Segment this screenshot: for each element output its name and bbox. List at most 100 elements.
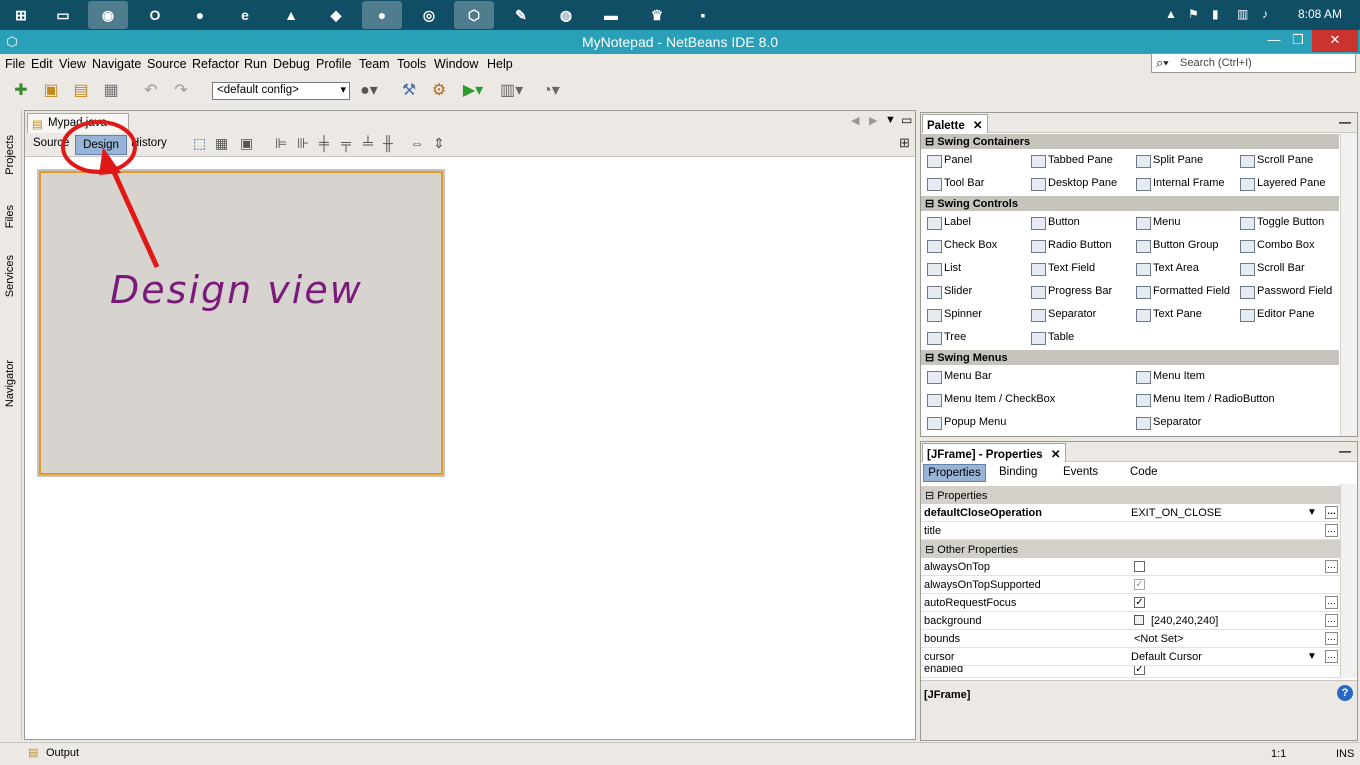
palette-item-panel[interactable]: Panel bbox=[925, 154, 972, 168]
battery-icon[interactable]: ▮ bbox=[1212, 7, 1219, 21]
help-icon[interactable]: ? bbox=[1337, 685, 1353, 701]
property-row[interactable]: autoRequestFocus ✓ … bbox=[921, 594, 1340, 612]
palette-item-list[interactable]: List bbox=[925, 262, 961, 276]
menu-edit[interactable]: Edit bbox=[31, 57, 53, 71]
menu-refactor[interactable]: Refactor bbox=[192, 57, 239, 71]
ellipsis-button[interactable]: … bbox=[1325, 524, 1338, 537]
property-row[interactable]: alwaysOnTop … bbox=[921, 558, 1340, 576]
property-row[interactable]: background [240,240,240] … bbox=[921, 612, 1340, 630]
property-value[interactable]: [240,240,240] bbox=[1151, 615, 1218, 627]
palette-item-button-group[interactable]: Button Group bbox=[1134, 239, 1218, 253]
palette-item-password-field[interactable]: Password Field bbox=[1238, 285, 1332, 299]
minimize-button[interactable]: — bbox=[1262, 30, 1286, 52]
palette-item-internal-frame[interactable]: Internal Frame bbox=[1134, 177, 1225, 191]
open-project-icon[interactable]: ▤ bbox=[70, 80, 92, 102]
network-icon[interactable]: ▥ bbox=[1237, 7, 1248, 21]
menu-navigate[interactable]: Navigate bbox=[92, 57, 141, 71]
property-checkbox[interactable]: ✓ bbox=[1134, 666, 1145, 675]
clock[interactable]: 8:08 AM bbox=[1298, 7, 1342, 21]
save-all-icon[interactable]: ▦ bbox=[100, 80, 122, 102]
palette-item-editor-pane[interactable]: Editor Pane bbox=[1238, 308, 1314, 322]
palette-item-combo-box[interactable]: Combo Box bbox=[1238, 239, 1314, 253]
projects-tab[interactable]: Projects bbox=[4, 135, 16, 175]
palette-item-tree[interactable]: Tree bbox=[925, 331, 966, 345]
palette-item-split-pane[interactable]: Split Pane bbox=[1134, 154, 1203, 168]
props-tab-binding[interactable]: Binding bbox=[999, 466, 1037, 478]
ellipsis-button[interactable]: … bbox=[1325, 506, 1338, 519]
section-other-properties[interactable]: ⊟ Other Properties bbox=[921, 540, 1340, 558]
palette-item-tool-bar[interactable]: Tool Bar bbox=[925, 177, 984, 191]
config-dropdown[interactable]: <default config> bbox=[212, 82, 350, 100]
new-project-icon[interactable]: ▣ bbox=[40, 80, 62, 102]
menu-window[interactable]: Window bbox=[434, 57, 478, 71]
new-file-icon[interactable]: ✚ bbox=[10, 80, 32, 102]
palette-item-scroll-pane[interactable]: Scroll Pane bbox=[1238, 154, 1313, 168]
palette-item-menu-item-radiobutton[interactable]: Menu Item / RadioButton bbox=[1134, 393, 1275, 407]
app-icon-4[interactable]: ▬ bbox=[598, 3, 624, 27]
close-properties-icon[interactable]: ✕ bbox=[1051, 449, 1061, 461]
palette-item-label[interactable]: Label bbox=[925, 216, 971, 230]
property-row[interactable]: bounds <Not Set> … bbox=[921, 630, 1340, 648]
file-explorer-icon[interactable]: ▭ bbox=[50, 3, 76, 27]
palette-item-popup-menu[interactable]: Popup Menu bbox=[925, 416, 1006, 430]
palette-item-menu[interactable]: Menu bbox=[1134, 216, 1181, 230]
ellipsis-button[interactable]: … bbox=[1325, 614, 1338, 627]
menu-profile[interactable]: Profile bbox=[316, 57, 351, 71]
palette-item-menu-item[interactable]: Menu Item bbox=[1134, 370, 1205, 384]
property-row[interactable]: defaultCloseOperation EXIT_ON_CLOSE ▼ … bbox=[921, 504, 1340, 522]
properties-scrollbar[interactable] bbox=[1340, 484, 1357, 678]
palette-scrollbar[interactable] bbox=[1340, 133, 1357, 436]
palette-item-text-field[interactable]: Text Field bbox=[1029, 262, 1095, 276]
minimize-properties-icon[interactable]: — bbox=[1339, 444, 1351, 458]
app-icon-3[interactable]: ◍ bbox=[553, 3, 579, 27]
notepad-icon[interactable]: ✎ bbox=[508, 3, 534, 27]
menu-help[interactable]: Help bbox=[487, 57, 513, 71]
palette-item-text-pane[interactable]: Text Pane bbox=[1134, 308, 1202, 322]
maximize-button[interactable]: ❐ bbox=[1286, 30, 1310, 52]
palette-item-layered-pane[interactable]: Layered Pane bbox=[1238, 177, 1326, 191]
clean-build-icon[interactable]: ⚙ bbox=[428, 80, 450, 102]
app-icon[interactable]: ● bbox=[362, 1, 402, 29]
palette-item-formatted-field[interactable]: Formatted Field bbox=[1134, 285, 1230, 299]
services-tab[interactable]: Services bbox=[4, 255, 16, 297]
palette-item-scroll-bar[interactable]: Scroll Bar bbox=[1238, 262, 1305, 276]
property-row[interactable]: cursor Default Cursor ▼ … bbox=[921, 648, 1340, 666]
category-swing-menus[interactable]: ⊟ Swing Menus bbox=[921, 350, 1339, 365]
property-row[interactable]: title … bbox=[921, 522, 1340, 540]
menu-team[interactable]: Team bbox=[359, 57, 390, 71]
app-icon-5[interactable]: ♛ bbox=[644, 3, 670, 27]
menu-source[interactable]: Source bbox=[147, 57, 187, 71]
close-button[interactable]: ✕ bbox=[1312, 30, 1358, 52]
property-value[interactable]: Default Cursor bbox=[1131, 651, 1202, 663]
props-tab-events[interactable]: Events bbox=[1063, 466, 1098, 478]
property-row[interactable]: enabled ✓ bbox=[921, 666, 1340, 678]
ellipsis-button[interactable]: … bbox=[1325, 632, 1338, 645]
palette-item-progress-bar[interactable]: Progress Bar bbox=[1029, 285, 1112, 299]
firefox-icon[interactable]: ● bbox=[187, 3, 213, 27]
vlc-icon[interactable]: ▲ bbox=[278, 3, 304, 27]
profile-icon[interactable]: ◔▾ bbox=[540, 80, 562, 102]
palette-item-check-box[interactable]: Check Box bbox=[925, 239, 997, 253]
app-icon-2[interactable]: ◎ bbox=[416, 3, 442, 27]
dropdown-arrow-icon[interactable]: ▼ bbox=[1307, 651, 1317, 662]
ellipsis-button[interactable]: … bbox=[1325, 560, 1338, 573]
palette-item-button[interactable]: Button bbox=[1029, 216, 1080, 230]
debug-icon[interactable]: ▥▾ bbox=[500, 80, 523, 102]
opera-icon[interactable]: O bbox=[142, 3, 168, 27]
palette-tab[interactable]: Palette ✕ bbox=[922, 114, 988, 133]
minimize-palette-icon[interactable]: — bbox=[1339, 115, 1351, 129]
palette-item-radio-button[interactable]: Radio Button bbox=[1029, 239, 1112, 253]
navigator-tab[interactable]: Navigator bbox=[4, 360, 16, 407]
property-checkbox[interactable] bbox=[1134, 561, 1145, 572]
ellipsis-button[interactable]: … bbox=[1325, 596, 1338, 609]
build-icon[interactable]: ⚒ bbox=[398, 80, 420, 102]
palette-item-desktop-pane[interactable]: Desktop Pane bbox=[1029, 177, 1117, 191]
palette-item-menu-bar[interactable]: Menu Bar bbox=[925, 370, 992, 384]
search-input[interactable]: ⌕▾ Search (Ctrl+I) bbox=[1151, 53, 1356, 73]
property-row[interactable]: alwaysOnTopSupported ✓ bbox=[921, 576, 1340, 594]
output-tab[interactable]: Output bbox=[46, 747, 79, 759]
property-value[interactable]: EXIT_ON_CLOSE bbox=[1131, 507, 1221, 519]
chrome-icon[interactable]: ◉ bbox=[88, 1, 128, 29]
category-swing-controls[interactable]: ⊟ Swing Controls bbox=[921, 196, 1339, 211]
files-tab[interactable]: Files bbox=[4, 205, 16, 228]
